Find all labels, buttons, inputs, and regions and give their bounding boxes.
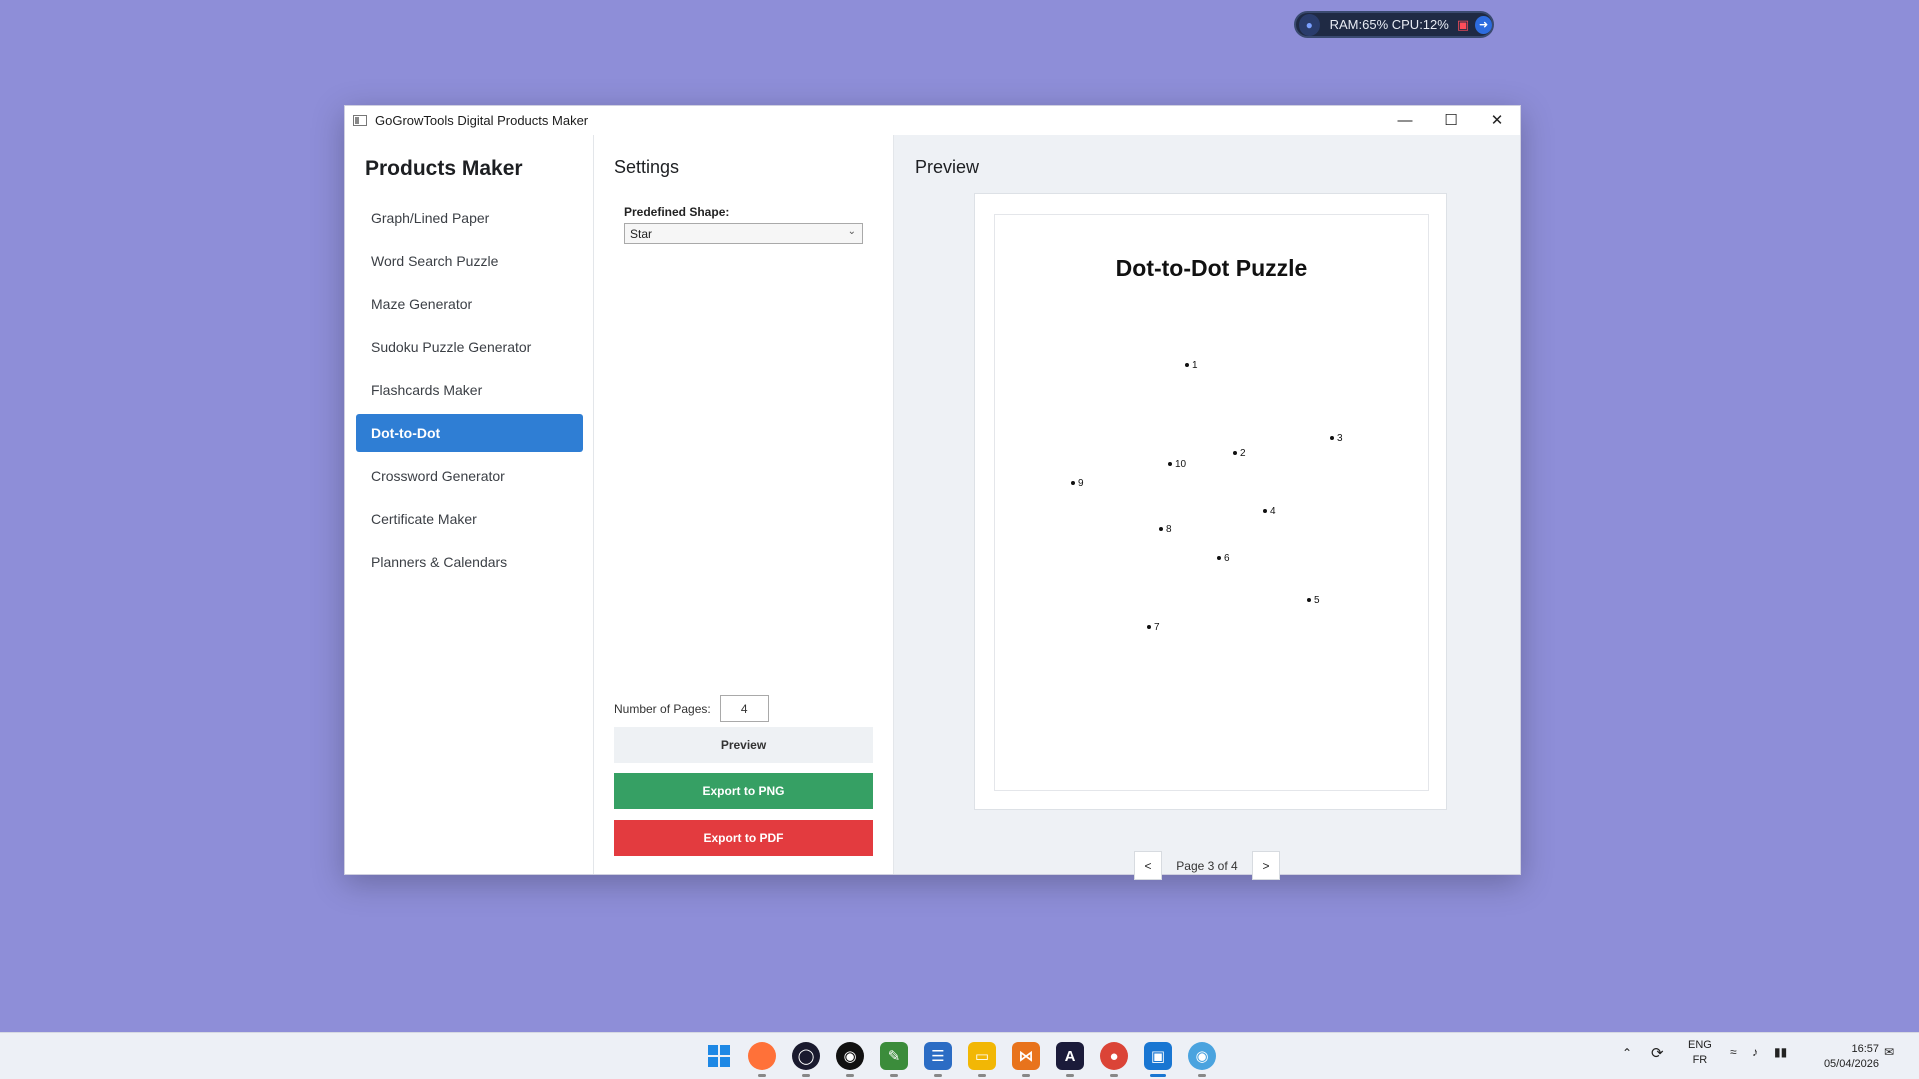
notepad-green-icon[interactable]: ✎ [880,1042,908,1070]
sidebar-item-graph-lined-paper[interactable]: Graph/Lined Paper [356,199,583,237]
text-editor-icon[interactable]: A [1056,1042,1084,1070]
sidebar-item-planners[interactable]: Planners & Calendars [356,543,583,581]
sidebar-item-certificate[interactable]: Certificate Maker [356,500,583,538]
battery-icon[interactable]: ▮▮ [1774,1045,1787,1059]
dot-point: 5 [1307,595,1320,606]
running-indicator [978,1074,986,1077]
obs-icon[interactable]: ◉ [836,1042,864,1070]
running-indicator [758,1074,766,1077]
wifi-icon[interactable]: ≈ [1730,1045,1737,1059]
dot-point: 10 [1168,459,1186,470]
app-window: GoGrowTools Digital Products Maker — ☐ ✕… [344,105,1521,880]
taskbar: ◯ ◉ ✎ ☰ ▭ ⋈ A ● ▣ ◉ ⌃ ⟳ ENG FR ≈ ♪ ▮▮ 16… [0,1032,1919,1079]
microphone-icon: ● [1299,13,1320,36]
preview-panel: Preview Dot-to-Dot Puzzle 1 2 3 4 5 6 7 … [894,135,1520,880]
number-of-pages-input[interactable]: 4 [719,695,769,722]
running-indicator [846,1074,854,1077]
language-top: ENG [1688,1039,1712,1051]
globe-app-icon[interactable]: ◉ [1188,1042,1216,1070]
close-button[interactable]: ✕ [1474,106,1520,134]
minimize-button[interactable]: — [1382,106,1428,134]
export-pdf-button[interactable]: Export to PDF [614,820,873,856]
arrow-right-icon[interactable]: ➜ [1475,15,1492,34]
sidebar: Products Maker Graph/Lined Paper Word Se… [345,135,594,874]
pages-row: Number of Pages: 4 [614,695,769,722]
sidebar-heading: Products Maker [365,157,523,180]
active-indicator [1150,1074,1166,1077]
title-bar: GoGrowTools Digital Products Maker — ☐ ✕ [345,106,1520,134]
clock[interactable]: 16:57 05/04/2026 [1824,1042,1879,1072]
running-indicator [1110,1074,1118,1077]
dot-point: 7 [1147,622,1160,633]
sidebar-item-sudoku[interactable]: Sudoku Puzzle Generator [356,328,583,366]
pagination: < Page 3 of 4 > [1134,851,1280,880]
predefined-shape-label: Predefined Shape: [624,205,730,219]
running-indicator [1066,1074,1074,1077]
page-border: Dot-to-Dot Puzzle 1 2 3 4 5 6 7 8 9 10 [994,214,1429,791]
clock-time: 16:57 [1851,1043,1879,1055]
language-indicator[interactable]: ENG FR [1688,1038,1712,1068]
sidebar-item-maze-generator[interactable]: Maze Generator [356,285,583,323]
chrome-icon[interactable]: ● [1100,1042,1128,1070]
dot-point: 3 [1330,433,1343,444]
preview-button[interactable]: Preview [614,727,873,763]
maximize-button[interactable]: ☐ [1428,106,1474,134]
sidebar-item-word-search[interactable]: Word Search Puzzle [356,242,583,280]
clock-date: 05/04/2026 [1823,1058,1879,1070]
notification-icon[interactable]: ✉ [1884,1045,1894,1059]
window-title: GoGrowTools Digital Products Maker [375,112,589,128]
app-icon [353,114,367,126]
chevron-down-icon: ⌄ [847,226,856,237]
number-of-pages-label: Number of Pages: [614,701,711,716]
preview-page: Dot-to-Dot Puzzle 1 2 3 4 5 6 7 8 9 10 [974,193,1447,810]
settings-heading: Settings [614,157,680,177]
windows-start-icon[interactable] [705,1042,733,1070]
running-indicator [1198,1074,1206,1077]
dot-point: 6 [1217,553,1230,564]
volume-icon[interactable]: ♪ [1752,1045,1758,1059]
puzzle-title: Dot-to-Dot Puzzle [1115,255,1308,281]
notepad-icon[interactable]: ☰ [924,1042,952,1070]
running-indicator [1022,1074,1030,1077]
file-explorer-icon[interactable]: ▭ [968,1042,996,1070]
system-monitor-text: RAM:65% CPU:12% [1329,17,1449,32]
language-bottom: FR [1692,1054,1708,1066]
previous-page-button[interactable]: < [1134,851,1162,880]
export-png-button[interactable]: Export to PNG [614,773,873,809]
sidebar-item-crossword[interactable]: Crossword Generator [356,457,583,495]
sidebar-item-dot-to-dot[interactable]: Dot-to-Dot [356,414,583,452]
chevron-up-icon[interactable]: ⌃ [1622,1046,1632,1060]
predefined-shape-value: Star [630,226,653,241]
products-maker-app-icon[interactable]: ▣ [1144,1042,1172,1070]
dot-point: 8 [1159,524,1172,535]
xampp-icon[interactable]: ⋈ [1012,1042,1040,1070]
page-info: Page 3 of 4 [1176,858,1238,873]
running-indicator [802,1074,810,1077]
dot-point: 9 [1071,478,1084,489]
firefox-icon[interactable] [748,1042,776,1070]
next-page-button[interactable]: > [1252,851,1280,880]
sidebar-item-flashcards[interactable]: Flashcards Maker [356,371,583,409]
sync-icon[interactable]: ⟳ [1651,1044,1664,1062]
dot-point: 1 [1185,360,1198,371]
app-icon-dark[interactable]: ◯ [792,1042,820,1070]
camera-off-icon: ▣ [1456,16,1470,32]
settings-panel: Settings Predefined Shape: Star ⌄ Number… [594,135,894,874]
preview-heading: Preview [915,157,980,177]
dot-point: 2 [1233,448,1246,459]
running-indicator [934,1074,942,1077]
system-monitor-widget[interactable]: ● RAM:65% CPU:12% ▣ ➜ [1294,11,1494,38]
running-indicator [890,1074,898,1077]
dot-point: 4 [1263,506,1276,517]
predefined-shape-select[interactable]: Star ⌄ [624,223,863,244]
